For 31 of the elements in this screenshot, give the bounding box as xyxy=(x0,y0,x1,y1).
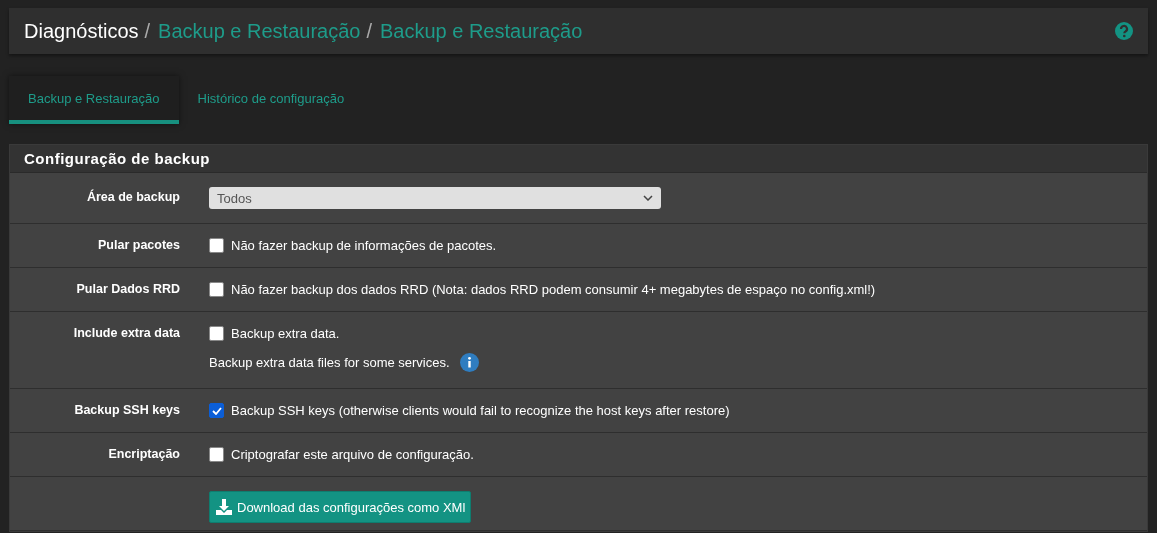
download-button[interactable]: Download das configurações como XMl xyxy=(209,491,472,523)
field-label: Área de backup xyxy=(85,188,180,206)
info-icon[interactable] xyxy=(459,353,479,372)
checkbox[interactable] xyxy=(209,326,224,341)
checkbox-label: Criptografar este arquivo de configuração. xyxy=(231,447,474,462)
tab[interactable]: Histórico de configuração xyxy=(178,76,364,124)
breadcrumb-separator: / xyxy=(366,19,372,43)
field-label: Encriptação xyxy=(107,447,180,462)
help-text: Backup extra data files for some services. xyxy=(209,355,450,370)
field-label: Include extra data xyxy=(72,326,180,342)
breadcrumb-separator: / xyxy=(144,19,151,43)
select-field[interactable]: Todos xyxy=(209,187,661,209)
checkbox-label: Não fazer backup de informações de pacotes. xyxy=(231,238,497,253)
breadcrumb-item: Diagnósticos xyxy=(24,19,139,43)
panel-title: Configuração de backup xyxy=(10,145,1147,173)
field-label: Pular pacotes xyxy=(97,238,180,253)
download-icon xyxy=(215,498,233,516)
checkbox-label: Backup SSH keys (otherwise clients would fail to recognize the host keys after restore) xyxy=(231,403,730,418)
checkbox[interactable] xyxy=(209,282,224,297)
field-label: Backup SSH keys xyxy=(73,403,180,418)
breadcrumb-item[interactable]: Backup e Restauração xyxy=(158,19,361,43)
checkbox[interactable] xyxy=(209,238,224,253)
breadcrumb-item[interactable]: Backup e Restauração xyxy=(380,19,583,43)
checkbox-label: Backup extra data. xyxy=(231,326,340,341)
checkbox[interactable] xyxy=(209,403,224,418)
help-icon[interactable] xyxy=(1115,22,1133,40)
checkbox-label: Não fazer backup dos dados RRD (Nota: dados RRD podem consumir 4+ megabytes de espaço no config.xml!) xyxy=(231,282,876,297)
checkbox[interactable] xyxy=(209,447,224,462)
field-label: Pular Dados RRD xyxy=(75,282,180,297)
tab[interactable]: Backup e Restauração xyxy=(9,76,179,124)
chevron-icon xyxy=(643,195,653,201)
